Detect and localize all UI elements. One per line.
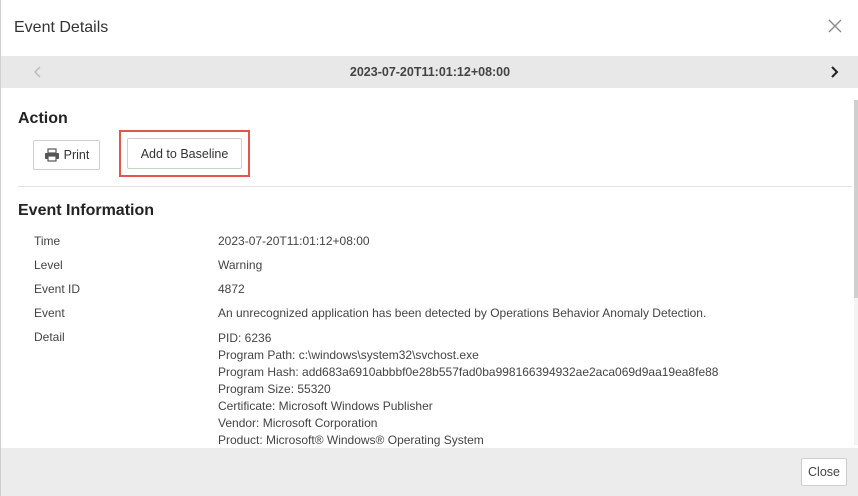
dialog-header: Event Details bbox=[1, 0, 858, 56]
printer-icon bbox=[44, 148, 59, 162]
event-timestamp-title: 2023-07-20T11:01:12+08:00 bbox=[349, 65, 511, 79]
detail-program-path: Program Path: c:\windows\system32\svchos… bbox=[218, 348, 479, 362]
add-to-baseline-label: Add to Baseline bbox=[140, 146, 229, 161]
dialog-footer: Close bbox=[1, 448, 858, 496]
event-id-label: Event ID bbox=[34, 282, 81, 296]
time-label: Time bbox=[34, 234, 61, 248]
print-button[interactable]: Print bbox=[33, 140, 100, 170]
dialog-title: Event Details bbox=[14, 19, 109, 36]
add-to-baseline-button[interactable]: Add to Baseline bbox=[127, 138, 242, 169]
detail-pid: PID: 6236 bbox=[218, 331, 272, 345]
detail-vendor: Vendor: Microsoft Corporation bbox=[218, 416, 378, 430]
close-button[interactable]: Close bbox=[801, 458, 847, 486]
event-details-dialog: Event Details 2023-07-20T11:01:12+08:00 … bbox=[0, 0, 858, 496]
event-id-value: 4872 bbox=[218, 282, 245, 296]
chevron-right-icon[interactable] bbox=[827, 63, 841, 81]
level-label: Level bbox=[34, 258, 63, 272]
event-navigation-bar: 2023-07-20T11:01:12+08:00 bbox=[1, 56, 858, 88]
detail-product: Product: Microsoft® Windows® Operating S… bbox=[218, 433, 484, 447]
detail-certificate: Certificate: Microsoft Windows Publisher bbox=[218, 399, 433, 413]
detail-program-hash: Program Hash: add683a6910abbbf0e28b557fa… bbox=[218, 365, 719, 379]
event-value: An unrecognized application has been det… bbox=[218, 306, 707, 320]
close-icon[interactable] bbox=[825, 16, 845, 36]
detail-value: PID: 6236 Program Path: c:\windows\syste… bbox=[218, 330, 718, 449]
scrollbar-thumb[interactable] bbox=[854, 100, 858, 298]
close-button-label: Close bbox=[808, 465, 840, 479]
level-value: Warning bbox=[218, 258, 263, 272]
section-divider bbox=[18, 186, 852, 187]
event-label: Event bbox=[34, 306, 65, 320]
action-heading: Action bbox=[18, 110, 68, 127]
print-button-label: Print bbox=[63, 148, 90, 162]
time-value: 2023-07-20T11:01:12+08:00 bbox=[218, 234, 370, 248]
detail-program-size: Program Size: 55320 bbox=[218, 382, 331, 396]
detail-label: Detail bbox=[34, 330, 65, 344]
event-information-heading: Event Information bbox=[18, 202, 155, 219]
